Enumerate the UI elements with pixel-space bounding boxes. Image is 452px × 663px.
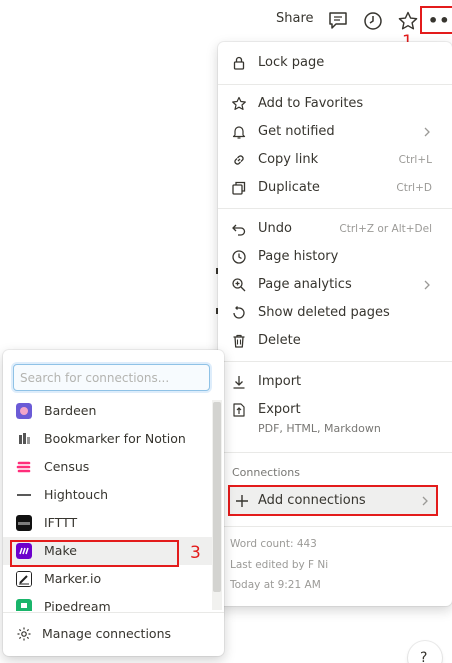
annotation-step-3: 3 [190, 543, 201, 563]
clock-icon[interactable] [362, 10, 384, 32]
trash-icon [233, 334, 245, 348]
marker-io-logo-icon [16, 571, 32, 587]
connection-label: Bookmarker for Notion [44, 431, 186, 446]
hightouch-logo-icon [17, 494, 31, 496]
divider [218, 452, 452, 453]
connection-label: Hightouch [44, 487, 108, 502]
add-connections-label: Add connections [258, 493, 366, 508]
menu-item-show-deleted-pages[interactable]: Show deleted pages [218, 299, 452, 327]
manage-connections-button[interactable]: Manage connections [3, 620, 224, 648]
connection-item-census[interactable]: Census [3, 453, 213, 481]
export-formats: PDF, HTML, Markdown [258, 422, 381, 435]
connection-item-pipedream[interactable]: Pipedream [3, 593, 213, 611]
menu-item-label: Delete [258, 333, 301, 348]
bardeen-logo-icon [16, 403, 32, 419]
connections-section-header: Connections [232, 466, 300, 479]
chevron-right-icon [422, 496, 428, 506]
history-icon [232, 250, 246, 264]
menu-item-add-to-favorites[interactable]: Add to Favorites [218, 90, 452, 118]
divider [218, 361, 452, 362]
menu-item-page-history[interactable]: Page history [218, 243, 452, 271]
gear-icon [17, 627, 31, 641]
word-count: Word count: 443 [230, 538, 317, 550]
connection-item-bardeen[interactable]: Bardeen [3, 397, 213, 425]
link-icon [234, 155, 244, 165]
connection-label: Bardeen [44, 403, 97, 418]
chevron-right-icon [424, 280, 430, 290]
connections-popup: Bardeen Bookmarker for Notion Census Hig… [3, 350, 224, 656]
menu-item-page-analytics[interactable]: Page analytics [218, 271, 452, 299]
lock-icon [233, 56, 245, 70]
menu-item-label: Page history [258, 249, 339, 264]
menu-item-label: Page analytics [258, 277, 352, 292]
census-logo-icon [16, 461, 31, 473]
restore-icon [233, 306, 245, 319]
duplicate-icon [232, 181, 246, 195]
manage-connections-label: Manage connections [42, 626, 172, 641]
last-edited: Last edited by F Ni [230, 559, 329, 571]
star-icon [232, 96, 246, 110]
menu-item-import[interactable]: Import [218, 368, 452, 396]
shortcut-hint: Ctrl+D [396, 182, 432, 194]
more-icon: ••• [428, 11, 452, 30]
menu-item-copy-link[interactable]: Copy link Ctrl+L [218, 146, 452, 174]
menu-item-label: Export [258, 402, 301, 417]
page-options-menu: Lock page Add to Favorites Get notified … [218, 42, 452, 606]
connection-label: IFTTT [44, 515, 78, 530]
divider [218, 84, 452, 85]
undo-icon [232, 224, 246, 236]
make-highlight-box [10, 540, 179, 567]
help-label: ? [420, 650, 428, 663]
divider [218, 208, 452, 209]
menu-item-label: Add to Favorites [258, 96, 364, 111]
star-icon[interactable] [397, 10, 419, 32]
menu-item-label: Undo [258, 221, 292, 236]
connection-label: Marker.io [44, 571, 102, 586]
bookmarker-logo-icon [19, 433, 30, 444]
connection-item-bookmarker[interactable]: Bookmarker for Notion [3, 425, 213, 453]
menu-item-label: Lock page [258, 55, 325, 70]
menu-item-label: Import [258, 374, 302, 389]
analytics-icon [232, 278, 246, 292]
chevron-right-icon [424, 127, 430, 137]
search-connections-input[interactable] [13, 364, 210, 391]
connection-item-hightouch[interactable]: Hightouch [3, 481, 213, 509]
shortcut-hint: Ctrl+Z or Alt+Del [339, 223, 432, 235]
menu-item-get-notified[interactable]: Get notified [218, 118, 452, 146]
menu-item-duplicate[interactable]: Duplicate Ctrl+D [218, 174, 452, 202]
ifttt-logo-icon [16, 515, 32, 531]
shortcut-hint: Ctrl+L [398, 154, 432, 166]
edited-time: Today at 9:21 AM [230, 579, 321, 591]
bell-icon [232, 126, 246, 139]
plus-icon [236, 495, 248, 507]
import-icon [233, 376, 245, 389]
menu-item-delete[interactable]: Delete [218, 327, 452, 355]
divider [218, 526, 452, 527]
export-icon [233, 403, 245, 417]
topbar: Share ••• [0, 0, 452, 40]
menu-item-undo[interactable]: Undo Ctrl+Z or Alt+Del [218, 215, 452, 243]
connection-item-marker-io[interactable]: Marker.io [3, 565, 213, 593]
more-button[interactable]: ••• [420, 6, 452, 34]
menu-item-label: Copy link [258, 152, 319, 167]
connection-label: Pipedream [44, 599, 111, 611]
pipedream-logo-icon [16, 599, 32, 611]
menu-item-label: Show deleted pages [258, 305, 390, 320]
add-connections-button[interactable]: Add connections [228, 485, 438, 516]
comment-icon[interactable] [327, 10, 349, 32]
divider [3, 612, 224, 613]
connections-scrollbar-thumb[interactable] [213, 402, 221, 592]
menu-item-label: Get notified [258, 124, 335, 139]
connection-label: Census [44, 459, 90, 474]
connection-item-ifttt[interactable]: IFTTT [3, 509, 213, 537]
help-button[interactable]: ? [408, 641, 442, 663]
menu-item-label: Duplicate [258, 180, 320, 195]
menu-item-lock-page[interactable]: Lock page [218, 49, 452, 77]
share-button[interactable]: Share [276, 11, 314, 26]
